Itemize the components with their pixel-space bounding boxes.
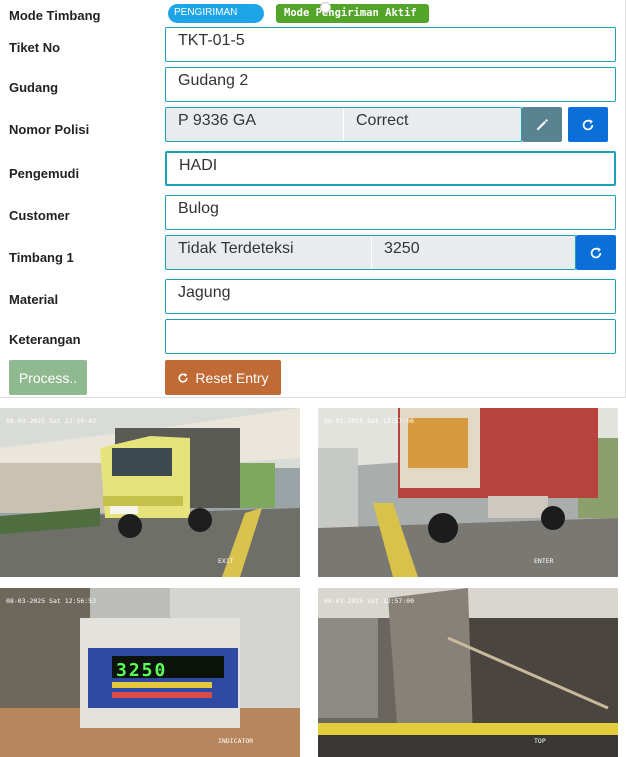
customer-field[interactable]: Bulog	[165, 195, 616, 230]
camera-indicator-timestamp: 08-03-2025 Sat 12:56:53	[6, 597, 97, 605]
label-pengemudi: Pengemudi	[9, 166, 80, 181]
camera-enter-feed: 08-03-2025 Sat 12:57:06 ENTER	[318, 408, 618, 577]
toggle-knob[interactable]	[320, 2, 331, 13]
tiket-no-field[interactable]: TKT-01-5	[165, 27, 616, 62]
camera-exit-image	[0, 408, 300, 577]
nomor-polisi-group: P 9336 GA Correct	[165, 107, 522, 142]
camera-top-timestamp: 08-03-2025 Sat 12:57:00	[324, 597, 415, 605]
edit-plate-button[interactable]	[522, 107, 562, 142]
timbang-status: Tidak Terdeteksi	[178, 240, 294, 257]
reset-entry-label: Reset Entry	[195, 369, 269, 386]
label-gudang: Gudang	[9, 80, 59, 95]
camera-enter-timestamp: 08-03-2025 Sat 12:57:06	[324, 417, 415, 425]
refresh-plate-button[interactable]	[568, 107, 608, 142]
camera-exit-feed: 08-03-2025 Sat 12:56:43 EXIT	[0, 408, 300, 577]
keterangan-field[interactable]	[165, 319, 616, 354]
label-keterangan: Keterangan	[9, 332, 81, 347]
camera-top-image	[318, 588, 618, 757]
camera-indicator-feed: 3250 08-03-2025 Sat 12:56:53 INDICATOR	[0, 588, 300, 757]
label-timbang-1: Timbang 1	[9, 250, 74, 265]
camera-enter-caption: ENTER	[534, 557, 554, 565]
weighing-form: Mode Timbang PENGIRIMAN Mode Pengiriman …	[0, 0, 626, 398]
pencil-icon	[537, 118, 548, 130]
gudang-field[interactable]: Gudang 2	[165, 67, 616, 102]
reset-entry-button[interactable]: Reset Entry	[165, 360, 281, 395]
mode-status-badge: Mode Pengiriman Aktif	[276, 4, 429, 23]
camera-top-caption: TOP	[534, 737, 546, 745]
label-material: Material	[9, 292, 59, 307]
camera-exit-caption: EXIT	[218, 557, 234, 565]
camera-indicator-caption: INDICATOR	[218, 737, 254, 745]
timbang-group: Tidak Terdeteksi 3250	[165, 235, 576, 270]
process-button[interactable]: Process..	[9, 360, 87, 395]
nomor-polisi-status: Correct	[343, 108, 420, 141]
refresh-icon	[582, 118, 594, 130]
label-mode-timbang: Mode Timbang	[9, 8, 101, 23]
label-nomor-polisi: Nomor Polisi	[9, 122, 90, 137]
refresh-icon	[178, 372, 188, 383]
timbang-value: 3250	[371, 236, 432, 269]
camera-enter-image	[318, 408, 618, 577]
refresh-weight-button[interactable]	[576, 235, 616, 270]
camera-top-feed: 08-03-2025 Sat 12:57:00 TOP	[318, 588, 618, 757]
label-tiket-no: Tiket No	[9, 40, 61, 55]
pengemudi-field[interactable]: HADI	[165, 151, 616, 186]
camera-exit-timestamp: 08-03-2025 Sat 12:56:43	[6, 417, 97, 425]
refresh-icon	[590, 246, 602, 258]
material-field[interactable]: Jagung	[165, 279, 616, 314]
mode-toggle[interactable]: PENGIRIMAN	[168, 4, 264, 23]
indicator-display: 3250	[116, 660, 168, 681]
nomor-polisi-field[interactable]: P 9336 GA	[178, 112, 256, 129]
label-customer: Customer	[9, 208, 70, 223]
